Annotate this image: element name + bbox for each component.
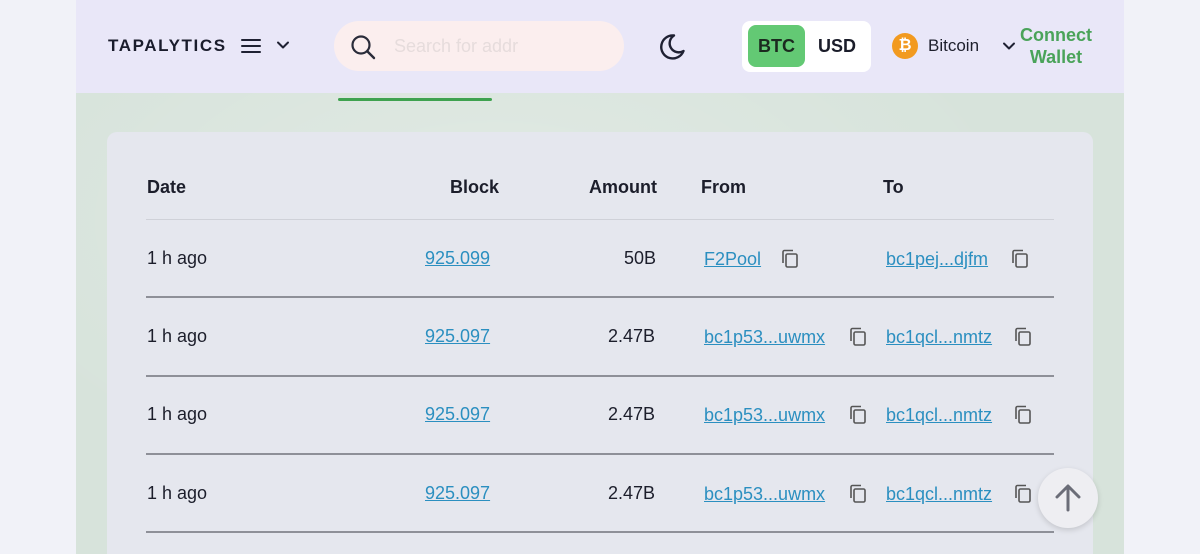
from-address-link[interactable]: bc1p53...uwmx [704, 327, 825, 348]
copy-icon[interactable] [1014, 405, 1032, 425]
row-divider [146, 453, 1054, 455]
copy-icon[interactable] [849, 327, 867, 347]
currency-btc-button[interactable]: BTC [748, 25, 805, 67]
row-divider [146, 375, 1054, 377]
row-date: 1 h ago [147, 248, 208, 268]
copy-icon[interactable] [1011, 249, 1029, 269]
block-link[interactable]: 925.097 [425, 404, 490, 425]
row-amount: 50B [624, 248, 657, 268]
header-divider [146, 219, 1054, 220]
arrow-up-icon [1055, 484, 1081, 512]
column-header-from: From [701, 177, 746, 197]
from-address-link[interactable]: bc1p53...uwmx [704, 405, 825, 426]
column-header-block: Block [450, 177, 500, 197]
copy-icon[interactable] [781, 249, 799, 269]
column-header-to: To [883, 177, 904, 197]
scroll-to-top-button[interactable] [1038, 468, 1098, 528]
row-amount: 2.47B [608, 483, 656, 503]
row-amount: 2.47B [608, 326, 656, 346]
dark-mode-moon-icon[interactable] [657, 32, 687, 62]
copy-icon[interactable] [849, 405, 867, 425]
connect-wallet-button[interactable]: Connect Wallet [1014, 24, 1098, 68]
copy-icon[interactable] [1014, 327, 1032, 347]
row-date: 1 h ago [147, 326, 208, 346]
chevron-down-icon[interactable] [275, 37, 291, 53]
to-address-link[interactable]: bc1pej...djfm [886, 249, 988, 270]
block-link[interactable]: 925.097 [425, 483, 490, 504]
row-date: 1 h ago [147, 404, 208, 424]
active-tab-indicator [338, 98, 492, 101]
copy-icon[interactable] [849, 484, 867, 504]
logo[interactable]: TAPALYTICS [108, 36, 227, 56]
hamburger-menu-icon[interactable] [241, 39, 261, 53]
currency-usd-button[interactable]: USD [808, 25, 866, 67]
to-address-link[interactable]: bc1qcl...nmtz [886, 327, 992, 348]
block-link[interactable]: 925.099 [425, 248, 490, 269]
row-date: 1 h ago [147, 483, 208, 503]
block-link[interactable]: 925.097 [425, 326, 490, 347]
from-address-link[interactable]: F2Pool [704, 249, 761, 270]
search-icon [351, 35, 376, 60]
row-amount: 2.47B [608, 404, 656, 424]
chain-selector[interactable]: ₿ Bitcoin [892, 33, 979, 59]
copy-icon[interactable] [1014, 484, 1032, 504]
column-header-date: Date [147, 177, 187, 197]
bitcoin-icon: ₿ [892, 33, 918, 59]
to-address-link[interactable]: bc1qcl...nmtz [886, 484, 992, 505]
to-address-link[interactable]: bc1qcl...nmtz [886, 405, 992, 426]
row-divider [146, 296, 1054, 298]
chain-name: Bitcoin [928, 36, 980, 55]
currency-toggle: BTC USD [742, 21, 871, 72]
from-address-link[interactable]: bc1p53...uwmx [704, 484, 825, 505]
search-box[interactable] [334, 21, 624, 71]
search-input[interactable] [394, 31, 604, 61]
row-divider [146, 531, 1054, 533]
column-header-amount: Amount [589, 177, 657, 197]
